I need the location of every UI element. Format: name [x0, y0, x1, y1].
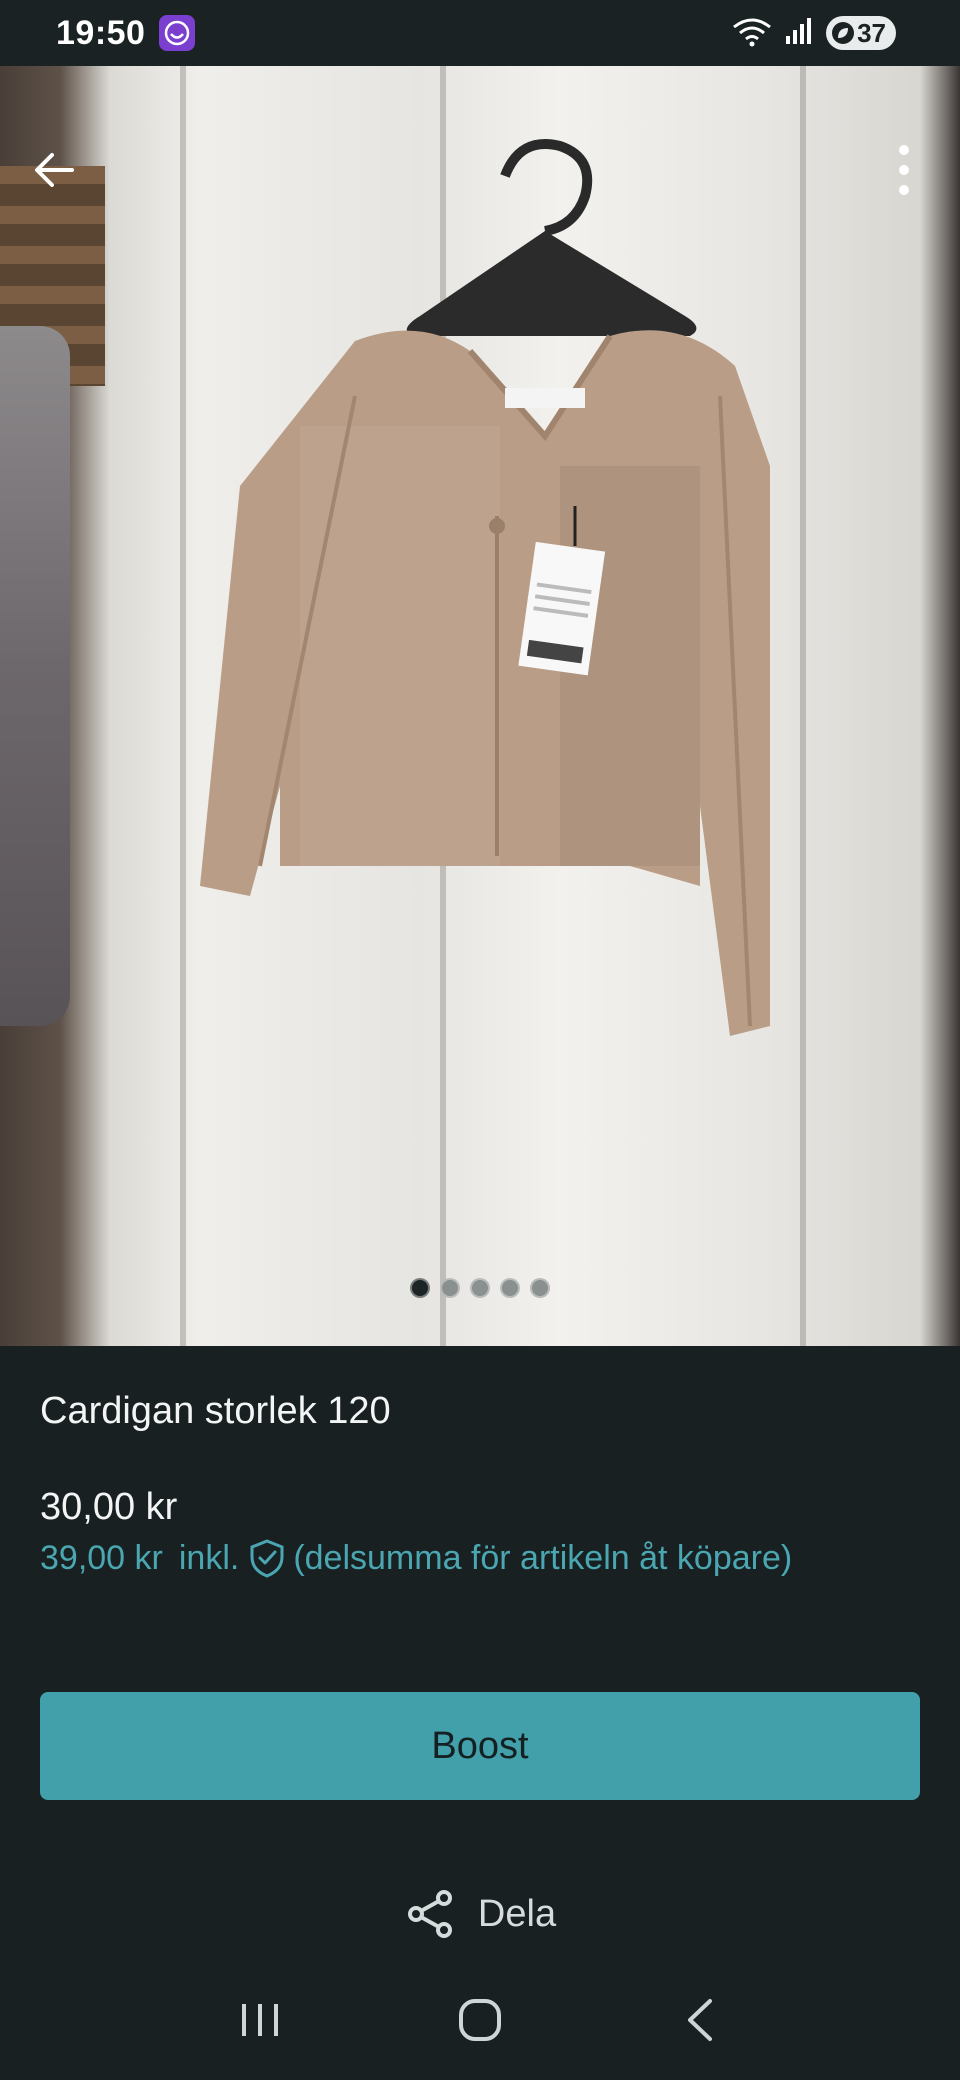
status-right: 37	[732, 15, 896, 52]
item-price: 30,00 kr	[40, 1486, 178, 1528]
status-bar: 19:50 37	[0, 0, 960, 66]
arrow-left-icon	[35, 153, 74, 187]
item-photo-gallery[interactable]	[0, 66, 960, 1346]
home-icon	[459, 1999, 501, 2041]
system-back-button[interactable]	[660, 1980, 740, 2060]
gallery-dot[interactable]	[500, 1278, 520, 1298]
gallery-dot[interactable]	[440, 1278, 460, 1298]
status-time: 19:50	[56, 13, 146, 52]
recent-apps-button[interactable]	[220, 1980, 300, 2060]
wifi-icon	[732, 15, 772, 52]
battery-level: 37	[857, 17, 886, 48]
battery-indicator: 37	[826, 16, 896, 50]
buyer-price-row[interactable]: 39,00 kr inkl. (delsumma för artikeln åt…	[40, 1538, 792, 1578]
app-notification-icon	[159, 15, 196, 51]
battery-saver-icon	[832, 22, 855, 44]
cardigan-on-hanger-photo	[200, 139, 770, 1036]
gallery-dot[interactable]	[530, 1278, 550, 1298]
share-label: Dela	[477, 1892, 557, 1935]
signal-icon	[784, 16, 814, 51]
more-options-button[interactable]	[868, 134, 940, 206]
share-icon	[407, 1890, 452, 1938]
incl-label: inkl.	[178, 1538, 240, 1577]
buyer-note: (delsumma för artikeln åt köpare)	[293, 1538, 793, 1577]
shield-check-icon	[250, 1539, 284, 1578]
home-button[interactable]	[440, 1980, 520, 2060]
boost-button[interactable]: Boost	[40, 1692, 920, 1800]
recent-apps-icon	[242, 2004, 278, 2036]
buyer-total: 39,00 kr	[40, 1538, 163, 1577]
item-title: Cardigan storlek 120	[40, 1390, 391, 1432]
chevron-left-icon	[688, 1999, 712, 2041]
back-arrow-button[interactable]	[18, 134, 90, 206]
gallery-pagination	[0, 1278, 960, 1298]
more-vertical-icon	[899, 145, 909, 195]
system-navigation-bar	[0, 1960, 960, 2080]
gallery-dot[interactable]	[410, 1278, 430, 1298]
status-left: 19:50	[56, 13, 196, 53]
share-button[interactable]: Dela	[0, 1888, 960, 1940]
boost-label: Boost	[431, 1724, 529, 1767]
gallery-dot[interactable]	[470, 1278, 490, 1298]
